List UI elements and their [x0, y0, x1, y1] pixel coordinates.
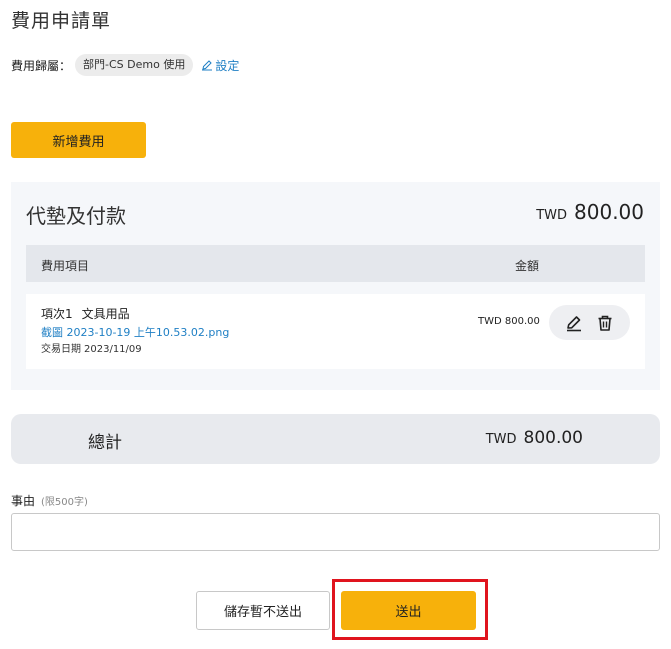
table-row: 項次1 文具用品 截圖 2023-10-19 上午10.53.02.png 交易日…: [26, 294, 645, 369]
trash-icon: [598, 315, 612, 331]
grand-total-currency: TWD: [485, 432, 517, 447]
row-actions: [549, 305, 630, 340]
item-name: 文具用品: [81, 307, 130, 321]
transaction-date: 交易日期 2023/11/09: [41, 340, 142, 355]
item-title: 項次1 文具用品: [41, 305, 130, 322]
department-chip: 部門-CS Demo 使用: [75, 54, 194, 76]
section-total-amount: 800.00: [574, 200, 644, 224]
grand-total-bar: 總計 TWD 800.00: [11, 414, 660, 464]
reason-input[interactable]: [11, 513, 660, 551]
reason-label-row: 事由 (限500字): [11, 492, 88, 509]
edit-icon: [567, 315, 582, 331]
transaction-date-label: 交易日期: [41, 344, 81, 355]
grand-total-label: 總計: [88, 433, 122, 453]
column-header-amount: 金額: [515, 259, 540, 273]
expense-owner-label: 費用歸屬：: [11, 58, 72, 73]
grand-total: TWD 800.00: [486, 428, 583, 448]
submit-button[interactable]: 送出: [341, 591, 476, 630]
setting-link[interactable]: 設定: [201, 57, 239, 74]
setting-link-label: 設定: [215, 58, 240, 73]
section-total-currency: TWD: [536, 208, 568, 223]
grand-total-amount: 800.00: [523, 428, 583, 448]
section-total: TWD 800.00: [536, 200, 644, 224]
pencil-icon: [202, 60, 213, 71]
expense-owner-row: 費用歸屬： 部門-CS Demo 使用 設定: [11, 54, 239, 76]
reason-hint: (限500字): [41, 497, 88, 508]
delete-button[interactable]: [593, 311, 617, 335]
section-title: 代墊及付款: [26, 204, 126, 228]
transaction-date-value: 2023/11/09: [84, 344, 142, 355]
add-expense-button[interactable]: 新增費用: [11, 122, 146, 158]
column-header-item: 費用項目: [41, 259, 90, 273]
page-title: 費用申請單: [11, 10, 112, 32]
save-draft-button[interactable]: 儲存暫不送出: [196, 591, 330, 630]
advance-payment-panel: 代墊及付款 TWD 800.00 費用項目 金額 項次1 文具用品 截圖 2023…: [11, 182, 660, 390]
expense-table-header: 費用項目 金額: [26, 245, 645, 282]
item-amount: TWD 800.00: [478, 316, 540, 327]
reason-label: 事由: [11, 494, 36, 508]
item-index: 項次1: [41, 307, 73, 321]
attachment-link[interactable]: 截圖 2023-10-19 上午10.53.02.png: [41, 324, 229, 340]
edit-button[interactable]: [562, 311, 586, 335]
